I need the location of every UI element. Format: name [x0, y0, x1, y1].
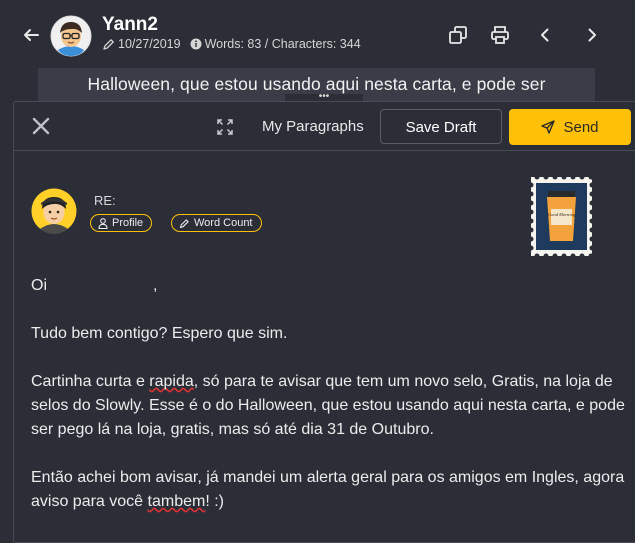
greeting-end: ,	[153, 277, 158, 294]
my-paragraphs-button[interactable]: My Paragraphs	[262, 118, 364, 135]
stamp-text: Good Morning	[548, 212, 576, 217]
recipient-avatar[interactable]	[31, 188, 77, 234]
background-letter-text: Halloween, que estou usando aqui nesta c…	[87, 74, 546, 94]
user-icon	[98, 217, 108, 229]
send-icon	[541, 120, 556, 134]
re-label: RE:	[94, 193, 116, 208]
greeting-start: Oi	[31, 277, 47, 294]
back-arrow-icon[interactable]	[22, 26, 40, 44]
avatar[interactable]	[50, 15, 92, 57]
letter-date: 10/27/2019	[118, 37, 181, 51]
copy-icon[interactable]	[448, 25, 468, 45]
save-draft-button[interactable]: Save Draft	[380, 109, 502, 144]
letter-stats: Words: 83 / Characters: 344	[204, 37, 361, 51]
word-count-label: Word Count	[194, 217, 253, 229]
chevron-left-icon[interactable]	[535, 25, 555, 45]
compose-modal: My Paragraphs Save Draft Send RE: Profil…	[13, 101, 635, 543]
close-icon[interactable]	[32, 117, 50, 135]
send-label: Send	[563, 118, 599, 136]
word-count-button[interactable]: Word Count	[171, 214, 262, 232]
compose-toolbar: My Paragraphs Save Draft Send	[14, 102, 635, 151]
misspelled-word: tambem	[147, 493, 206, 510]
chevron-right-icon[interactable]	[582, 25, 602, 45]
paragraph-4-text-b: ! :)	[205, 493, 224, 510]
letter-body[interactable]: Oi, Tudo bem contigo? Espero que sim. Ca…	[31, 274, 631, 538]
pencil-icon	[103, 38, 114, 50]
misspelled-word: rapida	[149, 373, 194, 390]
letter-header: Yann2 10/27/2019 Words: 83 / Characters:…	[0, 0, 635, 70]
greeting-paragraph: Oi,	[31, 274, 631, 298]
info-icon	[190, 38, 202, 50]
paragraph-3: Cartinha curta e rapida, só para te avis…	[31, 370, 631, 442]
paragraph-2: Tudo bem contigo? Espero que sim.	[31, 325, 288, 342]
printer-icon[interactable]	[490, 25, 510, 45]
send-button[interactable]: Send	[509, 109, 631, 145]
stamp-image[interactable]: Good Morning	[529, 175, 594, 258]
profile-label: Profile	[112, 217, 144, 229]
profile-button[interactable]: Profile	[90, 214, 153, 232]
sender-name: Yann2	[102, 14, 158, 35]
paragraph-4-text-a: Então achei bom avisar, já mandei um ale…	[31, 469, 625, 510]
pencil-icon	[179, 218, 189, 228]
paragraph-4: Então achei bom avisar, já mandei um ale…	[31, 466, 631, 514]
letter-meta: 10/27/2019 Words: 83 / Characters: 344	[102, 37, 361, 51]
paragraph-3-text-a: Cartinha curta e	[31, 373, 150, 390]
expand-icon[interactable]	[217, 119, 233, 135]
